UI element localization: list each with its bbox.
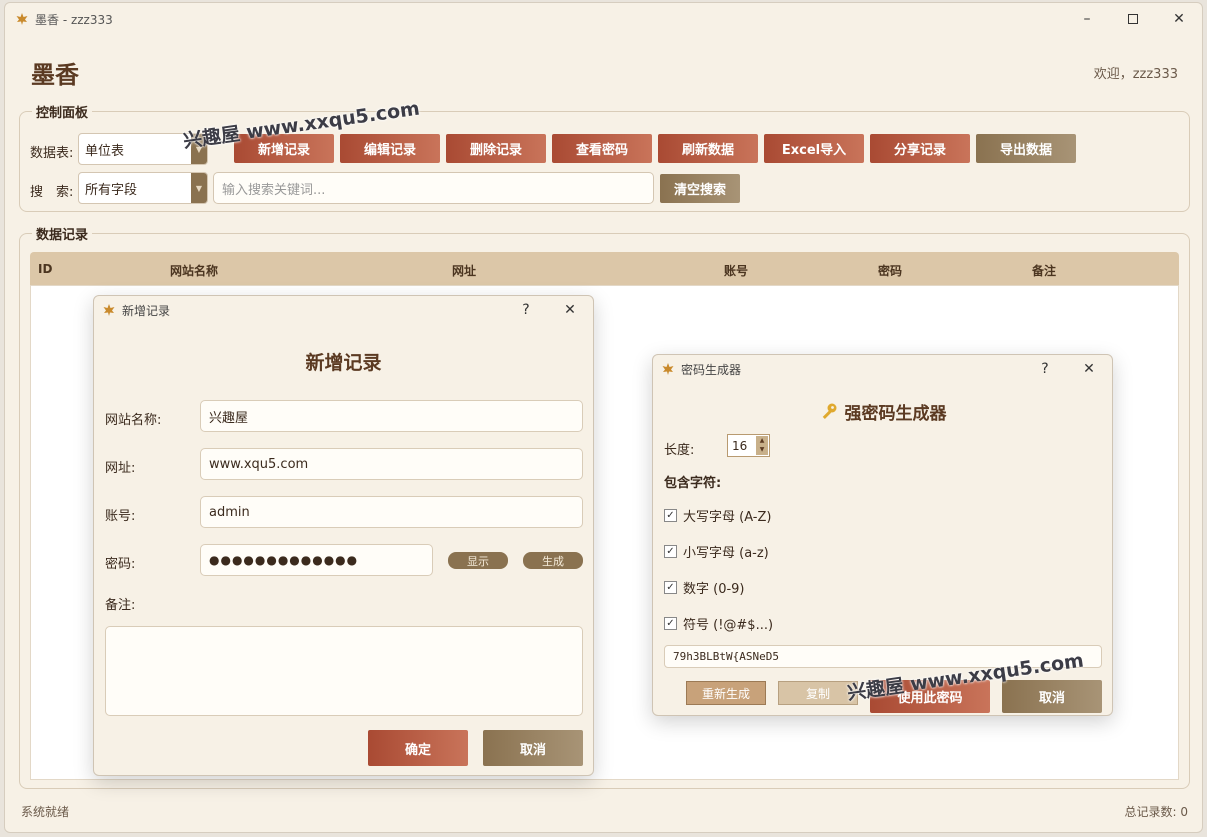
data-records-title: 数据记录 <box>32 224 93 243</box>
help-button[interactable]: ? <box>511 296 541 324</box>
add-dialog-titlebar: 新增记录 ? ✕ <box>94 296 593 324</box>
checkmark-icon: ✓ <box>664 545 677 558</box>
column-header-id[interactable]: ID <box>38 262 52 276</box>
digits-label: 数字 (0-9) <box>683 582 745 597</box>
add-dialog-heading: 新增记录 <box>305 352 382 374</box>
minimize-button[interactable]: – <box>1064 3 1110 35</box>
checkmark-icon: ✓ <box>664 581 677 594</box>
refresh-data-button[interactable]: 刷新数据 <box>658 134 758 163</box>
symbols-label: 符号 (!@#$...) <box>683 618 774 633</box>
length-label: 长度: <box>664 443 695 458</box>
export-data-button[interactable]: 导出数据 <box>976 134 1076 163</box>
note-textarea[interactable] <box>105 626 583 716</box>
window-title: 墨香 - zzz333 <box>35 12 113 27</box>
close-icon[interactable]: ✕ <box>1074 355 1104 383</box>
app-title: 墨香 <box>31 61 79 89</box>
password-label: 密码: <box>105 557 136 572</box>
confirm-button[interactable]: 确定 <box>368 730 468 766</box>
length-spinbox[interactable]: 16 ▲ ▼ <box>727 434 770 457</box>
search-input[interactable]: 输入搜索关键词... <box>213 172 654 204</box>
symbols-checkbox[interactable]: ✓ 符号 (!@#$...) <box>664 614 773 633</box>
table-header: ID 网站名称 网址 账号 密码 备注 <box>30 252 1179 285</box>
lowercase-checkbox[interactable]: ✓ 小写字母 (a-z) <box>664 542 769 561</box>
app-leaf-icon <box>16 13 28 25</box>
table-label: 数据表: <box>30 146 74 161</box>
include-label: 包含字符: <box>664 476 722 491</box>
regenerate-button[interactable]: 重新生成 <box>686 681 766 705</box>
pwd-dialog-title: 密码生成器 <box>681 362 742 377</box>
app-leaf-icon <box>103 304 115 316</box>
record-count: 总记录数: 0 <box>1124 805 1189 819</box>
account-input[interactable]: admin <box>200 496 583 528</box>
digits-checkbox[interactable]: ✓ 数字 (0-9) <box>664 578 745 597</box>
share-record-button[interactable]: 分享记录 <box>870 134 970 163</box>
pwd-cancel-button[interactable]: 取消 <box>1002 680 1102 713</box>
welcome-text: 欢迎，zzz333 <box>1093 67 1178 82</box>
url-label: 网址: <box>105 461 136 476</box>
clear-search-button[interactable]: 清空搜索 <box>660 174 740 203</box>
status-text: 系统就绪 <box>21 805 70 819</box>
site-name-input[interactable]: 兴趣屋 <box>200 400 583 432</box>
search-field-select[interactable]: 所有字段 ▼ <box>78 172 208 204</box>
show-password-button[interactable]: 显示 <box>448 552 508 569</box>
note-label: 备注: <box>105 598 136 613</box>
close-button[interactable]: ✕ <box>1156 3 1202 35</box>
add-record-dialog: 新增记录 ? ✕ 新增记录 网站名称: 兴趣屋 网址: www.xqu5.com… <box>93 295 594 776</box>
column-header-account[interactable]: 账号 <box>724 262 748 279</box>
site-name-label: 网站名称: <box>105 413 162 428</box>
search-label: 搜 索: <box>30 185 74 200</box>
search-field-value: 所有字段 <box>85 182 138 198</box>
column-header-note[interactable]: 备注 <box>1032 262 1056 279</box>
view-password-button[interactable]: 查看密码 <box>552 134 652 163</box>
column-header-password[interactable]: 密码 <box>878 262 902 279</box>
length-value: 16 <box>732 438 748 453</box>
password-input[interactable]: ●●●●●●●●●●●●● <box>200 544 433 576</box>
add-dialog-title: 新增记录 <box>122 303 171 318</box>
pwd-dialog-titlebar: 密码生成器 ? ✕ <box>653 355 1112 383</box>
checkmark-icon: ✓ <box>664 509 677 522</box>
column-header-site-name[interactable]: 网站名称 <box>170 262 218 279</box>
pwd-heading-row: 强密码生成器 <box>653 399 1112 424</box>
excel-import-button[interactable]: Excel导入 <box>764 134 864 163</box>
url-input[interactable]: www.xqu5.com <box>200 448 583 480</box>
spin-arrows-icon[interactable]: ▲ ▼ <box>756 436 768 455</box>
generate-password-button[interactable]: 生成 <box>523 552 583 569</box>
title-bar: 墨香 - zzz333 – ✕ <box>5 3 1202 35</box>
key-icon <box>822 403 836 419</box>
table-select-value: 单位表 <box>85 143 125 159</box>
delete-record-button[interactable]: 删除记录 <box>446 134 546 163</box>
edit-record-button[interactable]: 编辑记录 <box>340 134 440 163</box>
checkmark-icon: ✓ <box>664 617 677 630</box>
pwd-heading: 强密码生成器 <box>844 404 947 424</box>
column-header-url[interactable]: 网址 <box>452 262 476 279</box>
help-button[interactable]: ? <box>1030 355 1060 383</box>
uppercase-label: 大写字母 (A-Z) <box>683 510 772 525</box>
account-label: 账号: <box>105 509 136 524</box>
maximize-button[interactable] <box>1110 3 1156 35</box>
uppercase-checkbox[interactable]: ✓ 大写字母 (A-Z) <box>664 506 771 525</box>
app-leaf-icon <box>662 363 674 375</box>
cancel-button[interactable]: 取消 <box>483 730 583 766</box>
close-icon[interactable]: ✕ <box>555 296 585 324</box>
control-panel-title: 控制面板 <box>32 102 93 121</box>
lowercase-label: 小写字母 (a-z) <box>683 546 769 561</box>
chevron-down-icon: ▼ <box>191 173 207 203</box>
